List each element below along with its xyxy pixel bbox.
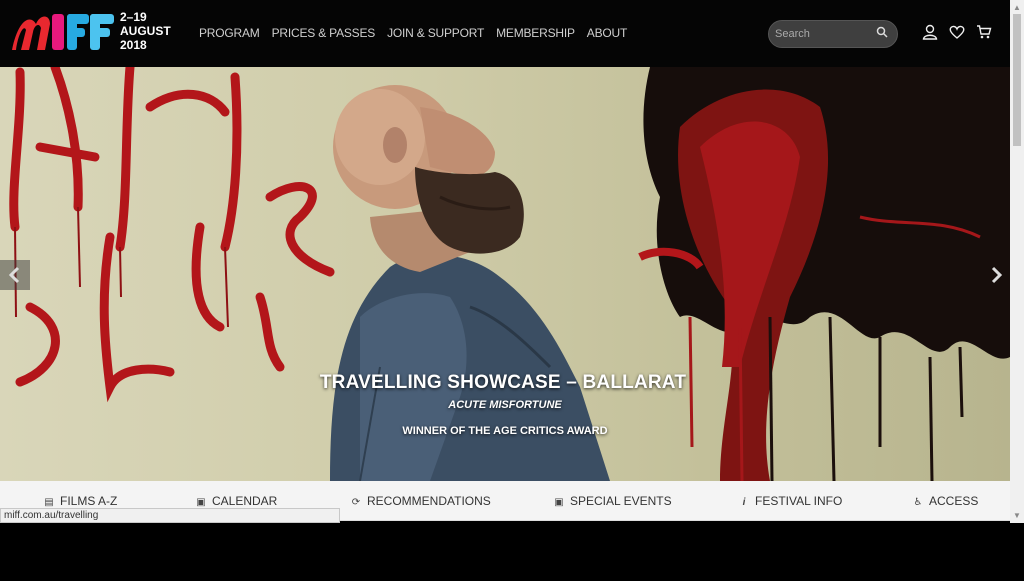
chevron-right-icon [991,266,1003,284]
site-header: 2–19 AUGUST 2018 PROGRAM PRICES & PASSES… [0,0,1010,67]
chevron-left-icon [8,266,20,284]
scroll-down-arrow-icon[interactable]: ▼ [1013,511,1021,520]
page-scrollbar[interactable]: ▲ ▼ [1010,0,1024,523]
dates-line-2: AUGUST [120,24,171,38]
scroll-thumb[interactable] [1013,14,1021,146]
carousel-next-button[interactable] [982,260,1010,290]
taskbar-area [0,523,1024,581]
hero-award-note: WINNER OF THE AGE CRITICS AWARD [402,425,608,437]
quick-link-calendar[interactable]: ▣ CALENDAR [195,494,277,508]
star-icon: ▣ [554,497,564,508]
calendar-icon: ▣ [196,497,206,508]
quick-link-label: RECOMMENDATIONS [367,494,491,508]
search-icon[interactable] [876,26,888,38]
quick-link-label: FESTIVAL INFO [755,494,843,508]
search-input[interactable] [775,26,875,42]
quick-link-label: FILMS A-Z [60,494,118,508]
scroll-up-arrow-icon[interactable]: ▲ [1013,3,1021,12]
dates-line-3: 2018 [120,38,147,52]
main-nav: PROGRAM PRICES & PASSES JOIN & SUPPORT M… [199,26,639,40]
nav-join-support[interactable]: JOIN & SUPPORT [387,26,484,40]
browser-status-url: miff.com.au/travelling [0,508,340,523]
miff-logo[interactable] [12,10,116,52]
hero-title[interactable]: TRAVELLING SHOWCASE – BALLARAT [0,372,1010,394]
hero-film-title: ACUTE MISFORTUNE [448,399,562,411]
quick-link-label: SPECIAL EVENTS [570,494,672,508]
nav-about[interactable]: ABOUT [587,26,628,40]
quick-link-label: CALENDAR [212,494,278,508]
quick-link-special-events[interactable]: ▣ SPECIAL EVENTS [553,494,672,508]
heart-icon[interactable] [949,24,965,40]
quick-link-label: ACCESS [929,494,979,508]
nav-membership[interactable]: MEMBERSHIP [496,26,575,40]
nav-prices-passes[interactable]: PRICES & PASSES [272,26,376,40]
quick-link-festival-info[interactable]: i FESTIVAL INFO [738,494,843,508]
festival-dates: 2–19 AUGUST 2018 [120,10,171,52]
film-icon: ▤ [44,497,54,508]
search-box [768,20,898,48]
hero-carousel[interactable]: TRAVELLING SHOWCASE – BALLARAT ACUTE MIS… [0,67,1010,481]
cart-icon[interactable] [976,24,992,40]
quick-link-recommendations[interactable]: ⟳ RECOMMENDATIONS [350,494,491,508]
nav-program[interactable]: PROGRAM [199,26,260,40]
quick-link-films-az[interactable]: ▤ FILMS A-Z [43,494,117,508]
dates-line-1: 2–19 [120,10,147,24]
quick-link-access[interactable]: ♿ ACCESS [912,494,979,508]
carousel-prev-button[interactable] [0,260,30,290]
pin-icon: ⟳ [351,497,361,508]
user-icon[interactable] [922,24,938,40]
access-icon: ♿ [913,497,923,508]
hero-caption[interactable]: TRAVELLING SHOWCASE – BALLARAT ACUTE MIS… [0,372,1010,437]
info-icon: i [742,497,746,508]
